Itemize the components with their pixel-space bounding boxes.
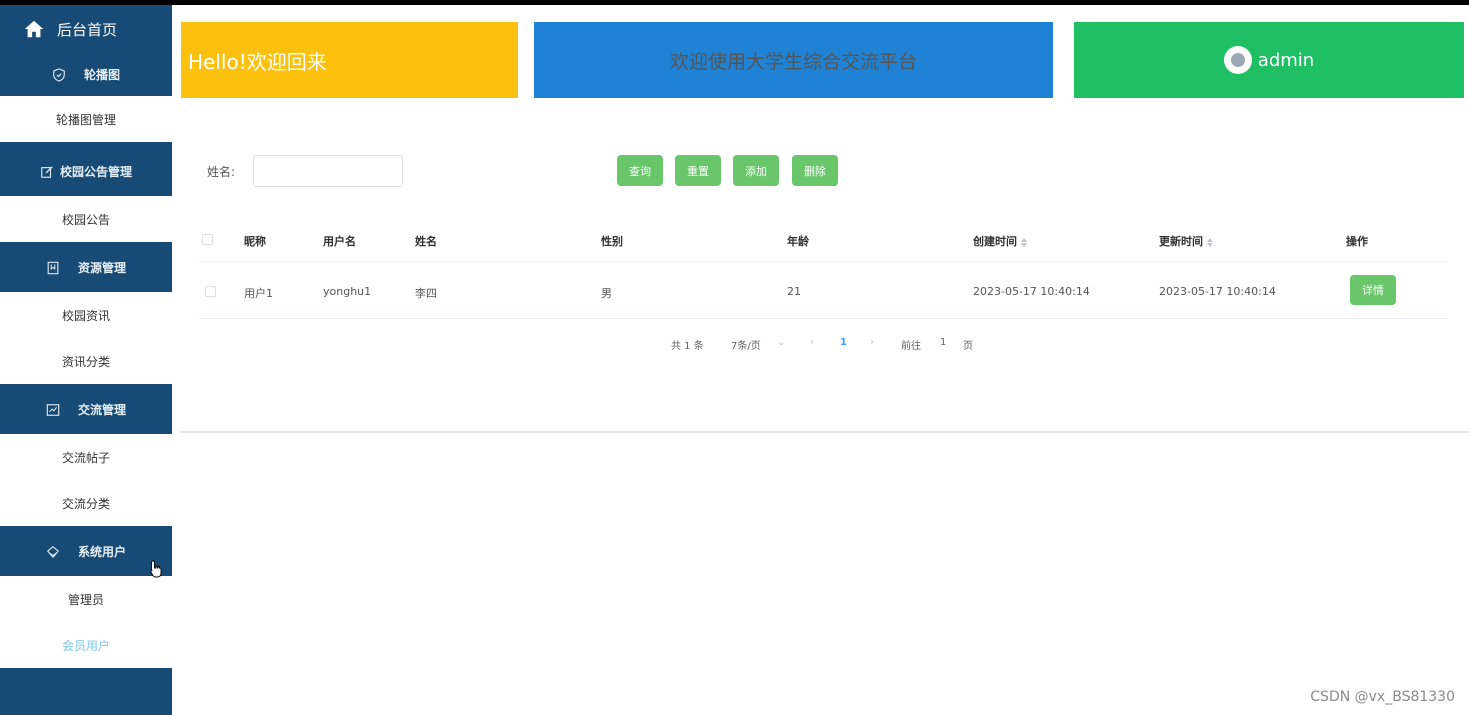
sidebar-item-admins[interactable]: 管理员 [0, 576, 172, 622]
sidebar-item-label: 交流分类 [61, 496, 110, 511]
column-header-name: 姓名 [415, 235, 437, 248]
sidebar-section-label: 系统用户 [77, 545, 126, 559]
cell-nickname: 用户1 [244, 287, 273, 300]
reset-button[interactable]: 重置 [675, 155, 721, 186]
top-black-bar [0, 0, 1469, 5]
cell-username: yonghu1 [323, 285, 372, 298]
column-header-label: 创建时间 [973, 235, 1017, 248]
chevron-down-icon[interactable]: ⌄ [777, 337, 785, 348]
query-button[interactable]: 查询 [617, 155, 663, 186]
welcome-text: Hello!欢迎回来 [188, 49, 327, 74]
name-filter-label: 姓名: [207, 165, 236, 179]
column-header-gender: 性别 [601, 235, 623, 248]
sidebar-item-label: 轮播图管理 [55, 112, 116, 127]
sidebar-item-announcement[interactable]: 校园公告 [0, 196, 172, 242]
column-header-nickname: 昵称 [244, 235, 266, 248]
detail-button[interactable]: 详情 [1350, 275, 1396, 305]
sort-caret-icon[interactable] [1207, 237, 1213, 247]
sort-caret-icon[interactable] [1021, 237, 1027, 247]
sidebar-item-carousel-manage[interactable]: 轮播图管理 [0, 96, 172, 142]
avatar [1223, 46, 1252, 74]
sidebar-section-label: 资源管理 [77, 261, 126, 275]
name-filter-input[interactable] [253, 155, 403, 187]
sidebar-section-exchange[interactable]: 交流管理 [0, 388, 172, 431]
cell-updated: 2023-05-17 10:40:14 [1159, 285, 1276, 298]
chart-icon [46, 403, 60, 416]
cell-gender: 男 [601, 287, 612, 300]
sidebar-item-campus-news[interactable]: 校园资讯 [0, 292, 172, 338]
sidebar-item-label: 校园资讯 [61, 308, 110, 323]
sidebar-item-label: 资讯分类 [61, 354, 110, 369]
cell-created: 2023-05-17 10:40:14 [973, 285, 1090, 298]
sidebar-section-announcements[interactable]: 校园公告管理 [0, 150, 172, 193]
sidebar-section-label: 轮播图 [83, 68, 120, 82]
goto-prefix: 前往 [901, 341, 921, 352]
sidebar-section-label: 校园公告管理 [59, 165, 132, 179]
sidebar-section-resources[interactable]: 资源管理 [0, 246, 172, 289]
sidebar-section-system-users[interactable]: 系统用户 [0, 530, 172, 573]
select-all-checkbox[interactable] [202, 234, 213, 245]
column-header-updated[interactable]: 更新时间 [1159, 233, 1213, 249]
bookmark-icon [47, 261, 59, 274]
sidebar-item-news-category[interactable]: 资讯分类 [0, 338, 172, 384]
pagination-total: 共 1 条 [671, 341, 704, 352]
sidebar-item-label: 校园公告 [61, 212, 110, 227]
sidebar-section-carousel[interactable]: 轮播图 [0, 53, 172, 96]
sidebar-item-members[interactable]: 会员用户 [0, 622, 172, 668]
user-name: admin [1257, 49, 1315, 71]
column-header-age: 年龄 [787, 235, 809, 248]
column-header-label: 更新时间 [1159, 235, 1203, 248]
sidebar-home-label: 后台首页 [57, 20, 118, 39]
delete-button[interactable]: 删除 [792, 155, 838, 186]
row-divider [199, 318, 1448, 319]
edit-icon [41, 165, 53, 178]
watermark: CSDN @vx_BS81330 [1310, 689, 1455, 705]
welcome-banner: Hello!欢迎回来 [181, 22, 518, 98]
column-header-actions: 操作 [1346, 235, 1368, 248]
sidebar-item-exchange-category[interactable]: 交流分类 [0, 480, 172, 526]
sidebar-item-label: 管理员 [67, 592, 104, 607]
row-checkbox[interactable] [205, 286, 216, 297]
cell-age: 21 [787, 285, 801, 298]
content-divider [180, 431, 1469, 433]
sidebar-item-exchange-posts[interactable]: 交流帖子 [0, 434, 172, 480]
page-number-current[interactable]: 1 [840, 337, 847, 348]
shield-icon [53, 67, 65, 82]
add-button[interactable]: 添加 [733, 155, 779, 186]
prev-page-icon[interactable]: ‹ [810, 337, 814, 348]
column-header-username: 用户名 [323, 235, 356, 248]
diamond-icon [46, 545, 60, 558]
next-page-icon[interactable]: › [870, 337, 874, 348]
sidebar-item-label: 会员用户 [61, 638, 110, 653]
page-size-select[interactable]: 7条/页 [731, 337, 761, 352]
sidebar-home[interactable]: 后台首页 [0, 5, 172, 53]
goto-suffix: 页 [963, 341, 973, 352]
column-header-created[interactable]: 创建时间 [973, 233, 1027, 249]
home-icon [24, 20, 44, 38]
user-banner[interactable]: admin [1074, 22, 1464, 98]
platform-title: 欢迎使用大学生综合交流平台 [669, 50, 917, 73]
sidebar-item-label: 交流帖子 [61, 450, 110, 465]
platform-banner: 欢迎使用大学生综合交流平台 [534, 22, 1053, 98]
hand-cursor-icon [150, 560, 162, 578]
cell-name: 李四 [415, 287, 437, 300]
sidebar: 后台首页 轮播图 轮播图管理 校园公告管理 校园公告 资源管理 校园资讯 资讯分… [0, 5, 172, 715]
header-divider [199, 261, 1448, 262]
sidebar-section-label: 交流管理 [77, 403, 126, 417]
goto-page-input[interactable]: 1 [940, 337, 946, 348]
